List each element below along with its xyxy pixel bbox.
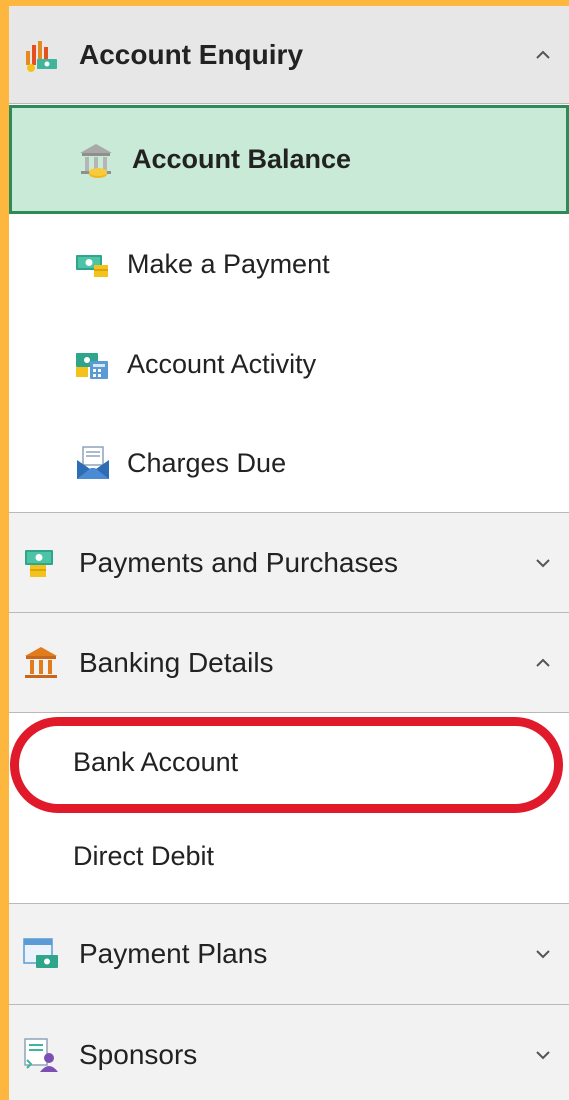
bank-building-icon (21, 643, 61, 683)
menu-item-account-activity[interactable]: Account Activity (9, 314, 569, 414)
section-label: Banking Details (79, 646, 274, 678)
menu-item-label: Account Activity (127, 348, 317, 379)
chevron-up-icon[interactable] (533, 653, 553, 673)
envelope-icon (73, 443, 113, 483)
cash-coins-icon (21, 543, 61, 583)
menu-item-label: Charges Due (127, 447, 287, 478)
section-payments-and-purchases[interactable]: Payments and Purchases (9, 513, 569, 613)
section-banking-details[interactable]: Banking Details (9, 613, 569, 713)
menu-item-account-balance[interactable]: Account Balance (9, 105, 569, 214)
menu-item-bank-account[interactable]: Bank Account (9, 714, 569, 810)
chart-coins-icon (21, 35, 61, 75)
calendar-cash-icon (21, 934, 61, 974)
document-person-icon (21, 1035, 61, 1075)
section-sponsors[interactable]: Sponsors (9, 1005, 569, 1100)
chevron-up-icon[interactable] (533, 45, 553, 65)
menu-item-label: Bank Account (73, 746, 239, 777)
menu-item-make-a-payment[interactable]: Make a Payment (9, 214, 569, 314)
menu-item-label: Direct Debit (73, 841, 215, 871)
cash-icon (73, 244, 113, 284)
section-label: Account Enquiry (79, 38, 304, 70)
sidebar-menu: Account Enquiry Account Balance Make a P… (9, 6, 569, 1100)
menu-item-direct-debit[interactable]: Direct Debit (9, 810, 569, 904)
chevron-down-icon[interactable] (533, 553, 553, 573)
bank-coins-icon (76, 140, 116, 180)
cash-calculator-icon (73, 344, 113, 384)
section-payment-plans[interactable]: Payment Plans (9, 904, 569, 1005)
menu-item-charges-due[interactable]: Charges Due (9, 414, 569, 513)
menu-item-label: Account Balance (132, 144, 352, 174)
menu-item-label: Make a Payment (127, 248, 330, 279)
section-label: Sponsors (79, 1039, 198, 1070)
section-account-enquiry[interactable]: Account Enquiry (9, 6, 569, 104)
section-label: Payments and Purchases (79, 546, 399, 578)
chevron-down-icon[interactable] (533, 944, 553, 964)
chevron-down-icon[interactable] (533, 1045, 553, 1065)
section-label: Payment Plans (79, 938, 268, 969)
